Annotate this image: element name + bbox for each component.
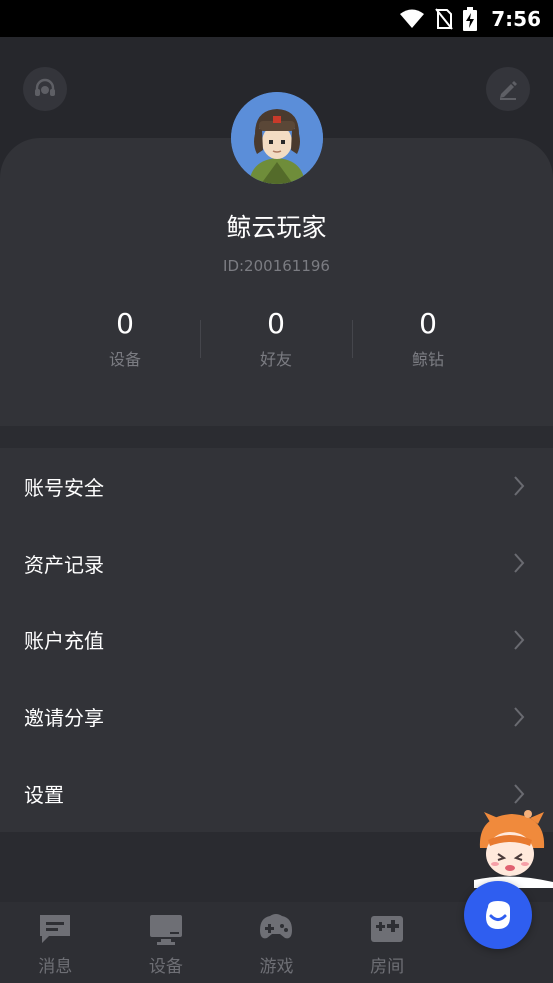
stat-diamonds[interactable]: 0 鲸钻 <box>368 306 488 370</box>
menu-item-label: 账户充值 <box>24 629 104 654</box>
monitor-icon <box>149 915 182 945</box>
headset-icon <box>35 78 55 96</box>
edit-pencil-icon <box>500 81 517 100</box>
gamepad-icon <box>260 914 293 939</box>
chevron-right-icon <box>514 476 525 497</box>
no-sim-icon <box>435 7 454 30</box>
status-time: 7:56 <box>491 6 541 31</box>
tab-games[interactable]: 游戏 <box>221 902 332 983</box>
mascot-image <box>474 810 553 888</box>
stat-devices[interactable]: 0 设备 <box>65 306 185 370</box>
menu-item-invite-share[interactable]: 邀请分享 <box>0 678 553 755</box>
menu-item-account-security[interactable]: 账号安全 <box>0 448 553 525</box>
tab-label: 消息 <box>38 957 73 977</box>
menu-item-recharge[interactable]: 账户充值 <box>0 602 553 679</box>
menu-item-label: 账号安全 <box>24 475 104 500</box>
chevron-right-icon <box>514 553 525 573</box>
mascot-sticker[interactable] <box>470 808 553 888</box>
user-id: ID:200161196 <box>223 257 330 275</box>
stat-divider <box>200 320 201 358</box>
chevron-right-icon <box>514 707 525 727</box>
avatar-image <box>231 92 323 184</box>
tab-label: 房间 <box>370 957 405 977</box>
assistant-fab-button[interactable] <box>464 881 532 949</box>
chevron-right-icon <box>514 630 525 650</box>
status-icons: 7:56 <box>399 0 541 37</box>
smile-chat-icon <box>486 901 510 929</box>
battery-charging-icon <box>463 6 478 31</box>
menu-item-label: 设置 <box>24 783 64 808</box>
stat-divider <box>352 320 353 358</box>
stat-label: 好友 <box>259 350 292 369</box>
stat-friends[interactable]: 0 好友 <box>216 306 336 370</box>
customer-service-button[interactable] <box>23 67 67 111</box>
status-bar: 7:56 <box>0 0 553 37</box>
tab-messages[interactable]: 消息 <box>0 902 111 983</box>
chevron-right-icon <box>514 783 525 804</box>
stat-label: 鲸钻 <box>411 350 444 369</box>
stat-value: 0 <box>116 307 134 340</box>
tab-label: 设备 <box>148 957 183 977</box>
menu-item-asset-records[interactable]: 资产记录 <box>0 525 553 602</box>
room-icon <box>371 916 404 942</box>
stat-label: 设备 <box>108 350 141 369</box>
nickname: 鲸云玩家 <box>226 213 327 242</box>
avatar[interactable] <box>231 92 323 184</box>
stat-value: 0 <box>267 307 285 340</box>
menu-item-label: 资产记录 <box>24 552 104 577</box>
tab-label: 游戏 <box>259 957 294 977</box>
message-icon <box>40 915 71 943</box>
tab-rooms[interactable]: 房间 <box>332 902 443 983</box>
menu-item-label: 邀请分享 <box>24 706 104 731</box>
section-divider <box>0 426 553 448</box>
wifi-icon <box>400 9 425 28</box>
settings-menu: 账号安全 资产记录 账户充值 邀请分享 设置 <box>0 448 553 832</box>
tab-devices[interactable]: 设备 <box>111 902 222 983</box>
edit-profile-button[interactable] <box>486 67 530 111</box>
stat-value: 0 <box>419 307 437 340</box>
